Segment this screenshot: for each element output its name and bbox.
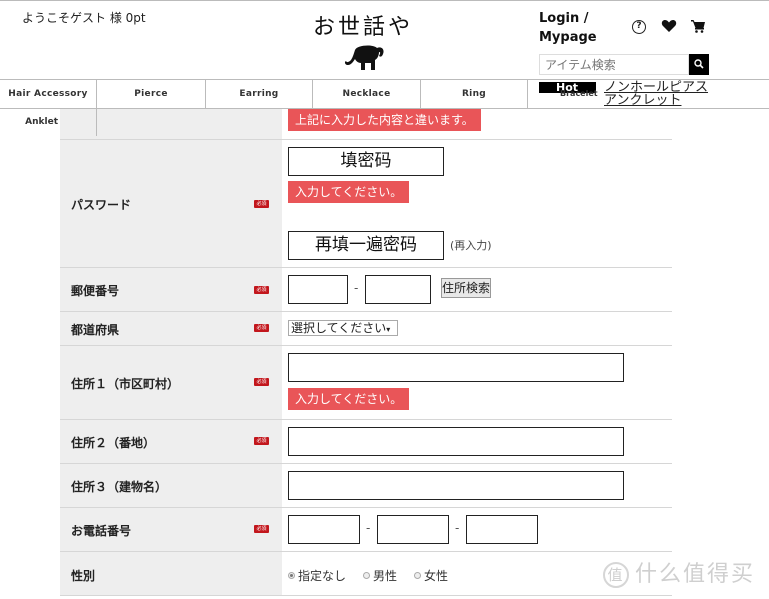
password-label: パスワード: [71, 198, 132, 212]
nav-item-pierce[interactable]: Pierce: [97, 80, 206, 108]
item-search-input[interactable]: [539, 54, 689, 75]
zip-label: 郵便番号: [71, 284, 120, 298]
confirm-mismatch-error: 上記に入力した内容と違います。: [288, 109, 481, 131]
radio-label: 男性: [373, 569, 398, 583]
phone-part1-input[interactable]: [288, 515, 360, 544]
prefecture-selected-value: 選択してください: [291, 321, 387, 335]
nav-link-anklet-jp[interactable]: アンクレット: [604, 94, 681, 107]
required-badge: 必須: [254, 378, 269, 386]
radio-label: 指定なし: [298, 569, 347, 583]
search-icon: [694, 59, 704, 69]
zip-separator: -: [354, 281, 359, 295]
elephant-logo-icon[interactable]: [343, 44, 387, 72]
phone-separator: -: [455, 521, 460, 535]
nav-item-necklace[interactable]: Necklace: [313, 80, 421, 108]
cart-icon[interactable]: [690, 18, 706, 34]
required-badge: 必須: [254, 525, 269, 533]
zip-part1-input[interactable]: [288, 275, 348, 304]
site-logo-text[interactable]: お世話や: [313, 9, 413, 41]
login-mypage-link[interactable]: Login / Mypage: [539, 9, 609, 47]
nav-item-bracelet[interactable]: Bracelet: [560, 89, 598, 98]
address1-input[interactable]: [288, 353, 624, 382]
address3-label: 住所３（建物名）: [71, 480, 168, 494]
row-separator: [60, 595, 672, 596]
nav-divider: [96, 109, 97, 136]
heart-icon[interactable]: [661, 18, 677, 34]
phone-part3-input[interactable]: [466, 515, 538, 544]
nav-item-anklet[interactable]: Anklet: [0, 109, 60, 135]
required-badge: 必須: [254, 286, 269, 294]
address1-error: 入力してください。: [288, 388, 410, 410]
address-search-button[interactable]: 住所検索: [441, 278, 491, 298]
password-error: 入力してください。: [288, 181, 410, 203]
gender-label: 性別: [71, 569, 96, 583]
chevron-down-icon: ▾: [386, 325, 391, 334]
radio-selected-icon: [288, 572, 295, 579]
nav-item-earring[interactable]: Earring: [206, 80, 313, 108]
watermark-logo-icon: 值: [603, 562, 629, 588]
watermark: 值什么值得买: [603, 556, 755, 588]
address2-input[interactable]: [288, 427, 624, 456]
nav-item-ring[interactable]: Ring: [421, 80, 528, 108]
phone-label: お電話番号: [71, 524, 132, 538]
radio-label: 女性: [424, 569, 449, 583]
address2-label: 住所２（番地）: [71, 436, 156, 450]
required-badge: 必須: [254, 200, 269, 208]
password-confirm-input[interactable]: 再填一遍密码: [288, 231, 444, 260]
phone-separator: -: [366, 521, 371, 535]
required-badge: 必須: [254, 324, 269, 332]
prefecture-select[interactable]: 選択してください▾: [288, 320, 398, 336]
radio-icon: [363, 572, 370, 579]
radio-icon: [414, 572, 421, 579]
nav-item-hair-accessory[interactable]: Hair Accessory: [0, 80, 97, 108]
password-confirm-note: (再入力): [450, 239, 492, 252]
address1-label: 住所１（市区町村）: [71, 377, 180, 391]
prefecture-label: 都道府県: [71, 323, 120, 337]
zip-part2-input[interactable]: [365, 275, 431, 304]
gender-option-unspecified[interactable]: 指定なし: [288, 567, 346, 584]
gender-option-male[interactable]: 男性: [363, 567, 397, 584]
gender-option-female[interactable]: 女性: [414, 567, 448, 584]
watermark-text: 什么值得买: [635, 562, 756, 587]
label-column-bg: [60, 109, 282, 139]
password-input[interactable]: 填密码: [288, 147, 444, 176]
phone-part2-input[interactable]: [377, 515, 449, 544]
welcome-text: ようこそゲスト 様 0pt: [22, 11, 146, 25]
search-button[interactable]: [689, 54, 709, 75]
help-icon[interactable]: ?: [632, 20, 646, 34]
required-badge: 必須: [254, 437, 269, 445]
address3-input[interactable]: [288, 471, 624, 500]
top-border: [0, 0, 769, 1]
